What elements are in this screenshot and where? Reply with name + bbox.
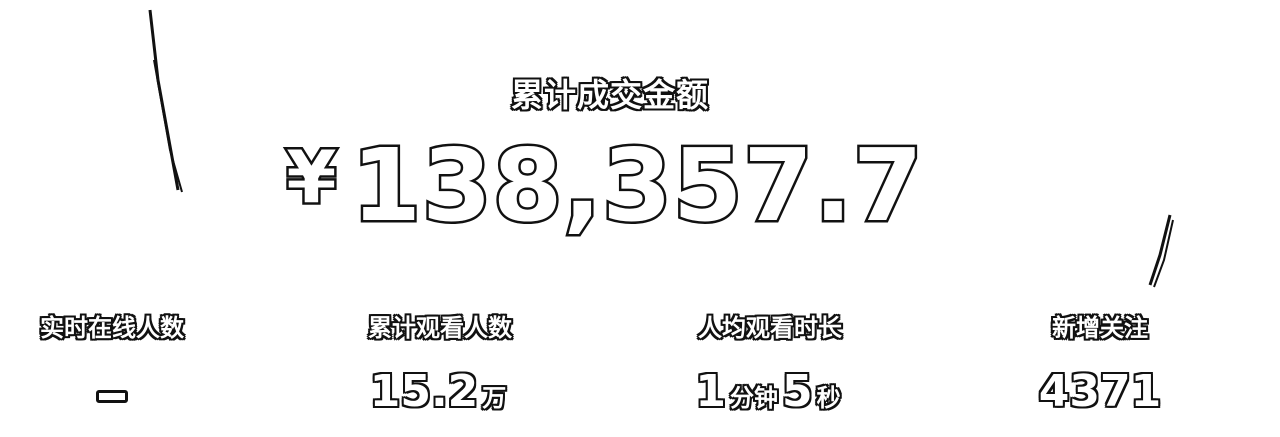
stat-value-total-viewers: 15.2 万 [330,364,550,426]
stat-value-online-text: — [128,364,129,365]
currency-symbol: ¥ [284,133,339,222]
total-sales-amount: ¥138,357.7 [0,122,1210,244]
stat-value-online: — [2,364,222,420]
avg-watch-seconds: 5 [782,366,813,417]
stat-label-avg-watch: 人均观看时长 [698,314,842,342]
total-sales-title: 累计成交金额 [510,76,709,114]
total-viewers-number: 15.2 [369,366,479,417]
stat-avg-watch-time: 人均观看时长 1 分钟5 秒 [660,310,880,426]
avg-watch-seconds-unit: 秒 [816,384,841,412]
stat-online-viewers: 实时在线人数 — [2,310,222,420]
avg-watch-minutes-unit: 分钟 [730,384,778,412]
stat-label-new-followers: 新增关注 [1052,314,1148,342]
stat-new-followers: 新增关注 4371 [990,310,1210,420]
avg-watch-minutes: 1 [695,366,726,417]
empty-value-dash [96,389,128,403]
total-viewers-unit: 万 [482,384,507,412]
stat-label-online: 实时在线人数 [40,314,184,342]
stat-value-avg-watch: 1 分钟5 秒 [660,364,880,426]
stat-label-total-viewers: 累计观看人数 [368,314,512,342]
live-dashboard: 累计成交金额 ¥138,357.7 实时在线人数 — 累计观看人数 15.2万 … [0,0,1280,437]
amount-value: 138,357.7 [349,127,925,244]
stat-value-new-followers: 4371 [1038,366,1162,417]
stat-total-viewers: 累计观看人数 15.2 万 [330,310,550,426]
